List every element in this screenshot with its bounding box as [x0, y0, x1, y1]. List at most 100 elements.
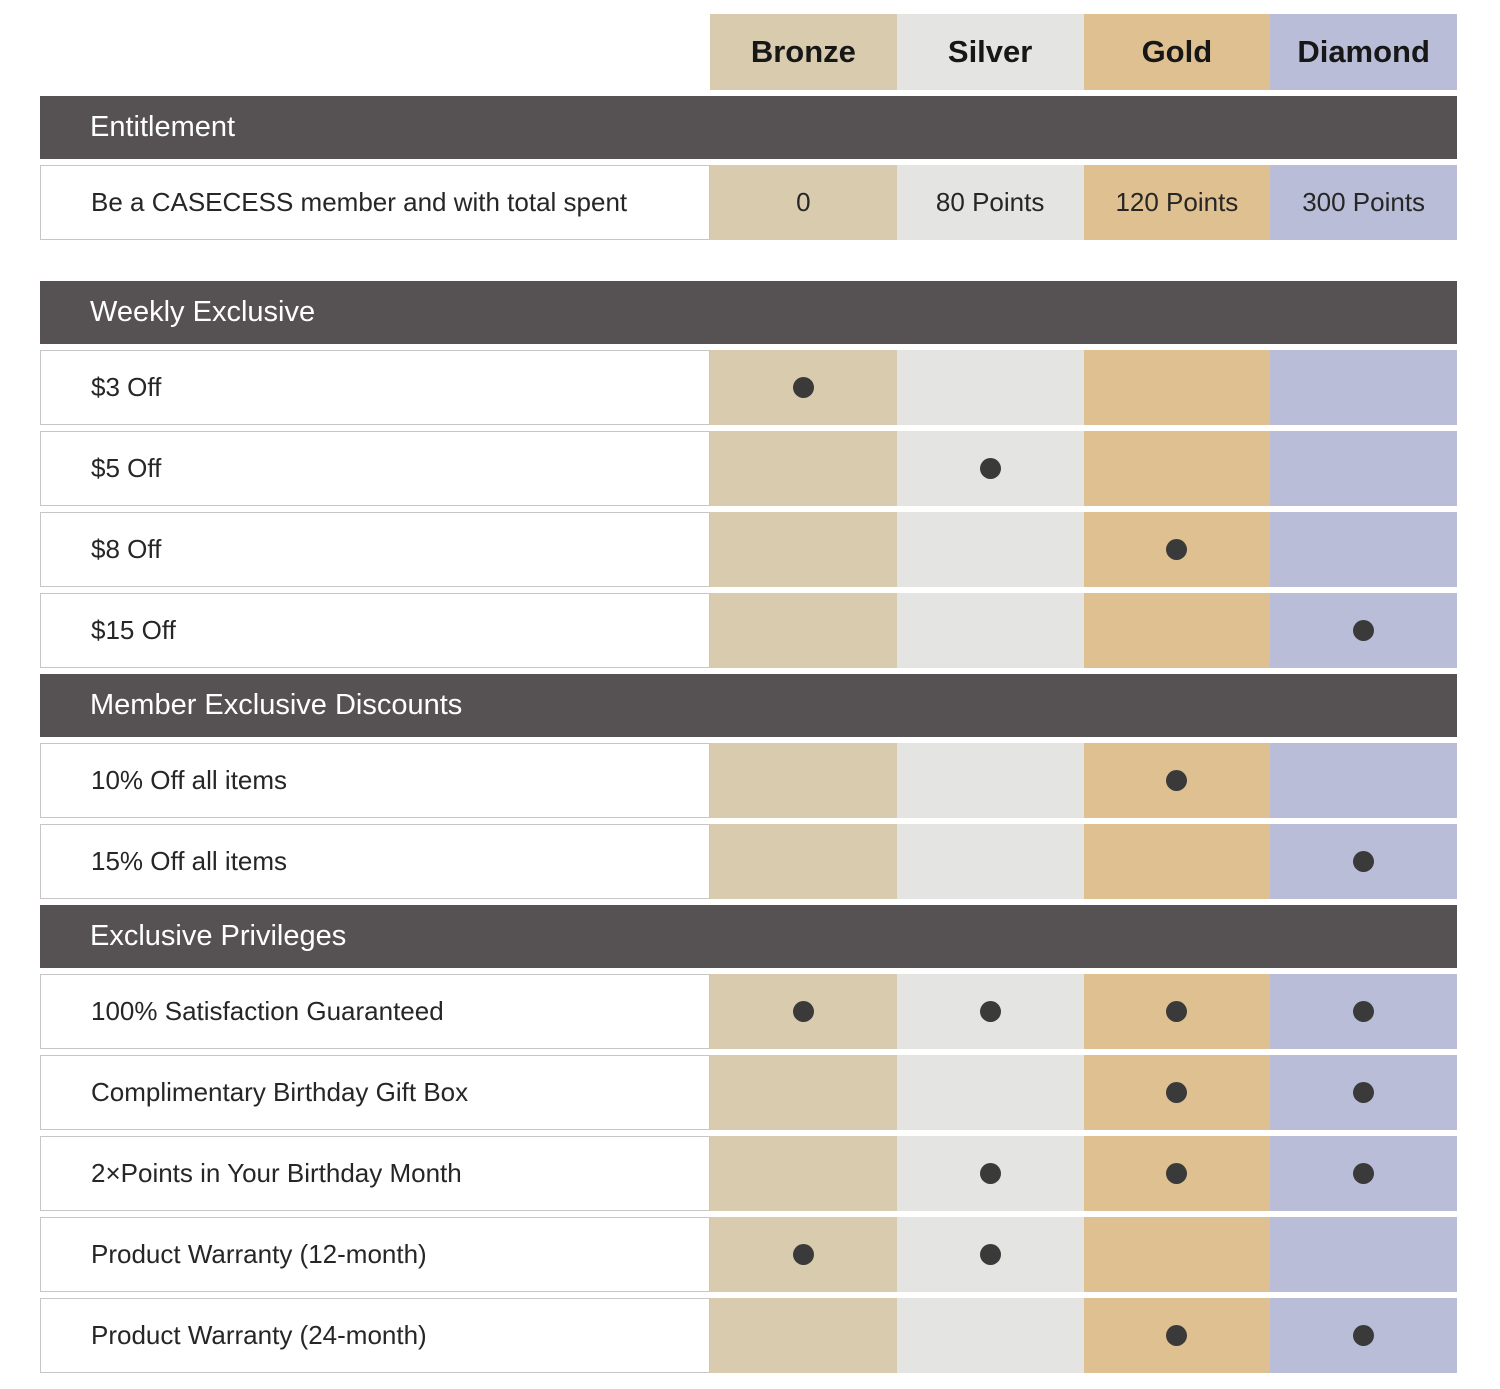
cell-diamond — [1270, 1055, 1457, 1130]
tier-header-diamond: Diamond — [1270, 14, 1457, 90]
table-row: Be a CASECESS member and with total spen… — [40, 165, 1457, 240]
cell-bronze — [710, 431, 897, 506]
row-label: 100% Satisfaction Guaranteed — [40, 974, 710, 1049]
row-label: 10% Off all items — [40, 743, 710, 818]
cell-silver — [897, 1298, 1084, 1373]
row-label: $15 Off — [40, 593, 710, 668]
row-cells: 0 80 Points 120 Points 300 Points — [710, 165, 1457, 240]
header-label-spacer — [40, 14, 710, 90]
cell-diamond — [1270, 743, 1457, 818]
row-cells — [710, 824, 1457, 899]
table-row: $3 Off — [40, 350, 1457, 425]
table-row: 15% Off all items — [40, 824, 1457, 899]
section-title: Member Exclusive Discounts — [40, 674, 1457, 737]
cell-silver — [897, 1055, 1084, 1130]
row-label: 2×Points in Your Birthday Month — [40, 1136, 710, 1211]
cell-diamond — [1270, 1298, 1457, 1373]
cell-bronze — [710, 512, 897, 587]
section-entitlement: EntitlementBe a CASECESS member and with… — [40, 96, 1457, 240]
cell-bronze: 0 — [710, 165, 897, 240]
cell-bronze — [710, 350, 897, 425]
included-dot — [793, 1001, 814, 1022]
cell-silver — [897, 431, 1084, 506]
included-dot — [793, 1244, 814, 1265]
row-cells — [710, 350, 1457, 425]
cell-diamond — [1270, 593, 1457, 668]
tier-header-bronze: Bronze — [710, 14, 897, 90]
cell-gold — [1084, 824, 1271, 899]
cell-silver — [897, 743, 1084, 818]
included-dot — [1353, 1082, 1374, 1103]
included-dot — [1353, 1163, 1374, 1184]
section-title: Weekly Exclusive — [40, 281, 1457, 344]
tier-header-row: Bronze Silver Gold Diamond — [40, 14, 1457, 90]
cell-gold — [1084, 1136, 1271, 1211]
cell-bronze — [710, 743, 897, 818]
included-dot — [1166, 1163, 1187, 1184]
cell-gold — [1084, 743, 1271, 818]
row-label: $5 Off — [40, 431, 710, 506]
table-sections: EntitlementBe a CASECESS member and with… — [40, 96, 1457, 1373]
cell-gold — [1084, 350, 1271, 425]
cell-gold — [1084, 1055, 1271, 1130]
included-dot — [980, 1244, 1001, 1265]
cell-bronze — [710, 1217, 897, 1292]
cell-diamond — [1270, 512, 1457, 587]
cell-gold — [1084, 1217, 1271, 1292]
membership-benefits-table: Bronze Silver Gold Diamond EntitlementBe… — [0, 0, 1500, 1389]
table-row: Complimentary Birthday Gift Box — [40, 1055, 1457, 1130]
cell-silver — [897, 824, 1084, 899]
row-cells — [710, 1217, 1457, 1292]
tier-header-silver: Silver — [897, 14, 1084, 90]
cell-silver — [897, 974, 1084, 1049]
cell-value: 120 Points — [1115, 187, 1238, 218]
section-member-exclusive-discounts: Member Exclusive Discounts10% Off all it… — [40, 674, 1457, 899]
cell-diamond — [1270, 350, 1457, 425]
section-exclusive-privileges: Exclusive Privileges100% Satisfaction Gu… — [40, 905, 1457, 1373]
cell-bronze — [710, 1136, 897, 1211]
cell-value: 300 Points — [1302, 187, 1425, 218]
included-dot — [1166, 1082, 1187, 1103]
row-cells — [710, 974, 1457, 1049]
cell-diamond: 300 Points — [1270, 165, 1457, 240]
row-cells — [710, 1136, 1457, 1211]
cell-silver — [897, 350, 1084, 425]
row-cells — [710, 512, 1457, 587]
included-dot — [1353, 620, 1374, 641]
cell-silver — [897, 512, 1084, 587]
cell-bronze — [710, 824, 897, 899]
cell-diamond — [1270, 431, 1457, 506]
cell-diamond — [1270, 824, 1457, 899]
row-label: Be a CASECESS member and with total spen… — [40, 165, 710, 240]
table-row: 10% Off all items — [40, 743, 1457, 818]
included-dot — [1166, 539, 1187, 560]
section-weekly-exclusive: Weekly Exclusive$3 Off$5 Off$8 Off$15 Of… — [40, 281, 1457, 668]
included-dot — [1166, 1325, 1187, 1346]
cell-value: 80 Points — [936, 187, 1044, 218]
row-label: Product Warranty (12-month) — [40, 1217, 710, 1292]
section-title: Entitlement — [40, 96, 1457, 159]
cell-silver: 80 Points — [897, 165, 1084, 240]
row-cells — [710, 431, 1457, 506]
cell-gold: 120 Points — [1084, 165, 1271, 240]
row-cells — [710, 593, 1457, 668]
table-row: $8 Off — [40, 512, 1457, 587]
row-cells — [710, 1055, 1457, 1130]
row-label: Complimentary Birthday Gift Box — [40, 1055, 710, 1130]
cell-bronze — [710, 593, 897, 668]
cell-gold — [1084, 974, 1271, 1049]
cell-value: 0 — [796, 187, 810, 218]
included-dot — [1353, 1001, 1374, 1022]
included-dot — [1353, 851, 1374, 872]
cell-gold — [1084, 512, 1271, 587]
row-cells — [710, 1298, 1457, 1373]
cell-bronze — [710, 974, 897, 1049]
cell-gold — [1084, 593, 1271, 668]
cell-diamond — [1270, 1217, 1457, 1292]
row-label: $3 Off — [40, 350, 710, 425]
row-label: $8 Off — [40, 512, 710, 587]
cell-gold — [1084, 1298, 1271, 1373]
cell-diamond — [1270, 974, 1457, 1049]
tier-header-gold: Gold — [1084, 14, 1271, 90]
included-dot — [980, 458, 1001, 479]
